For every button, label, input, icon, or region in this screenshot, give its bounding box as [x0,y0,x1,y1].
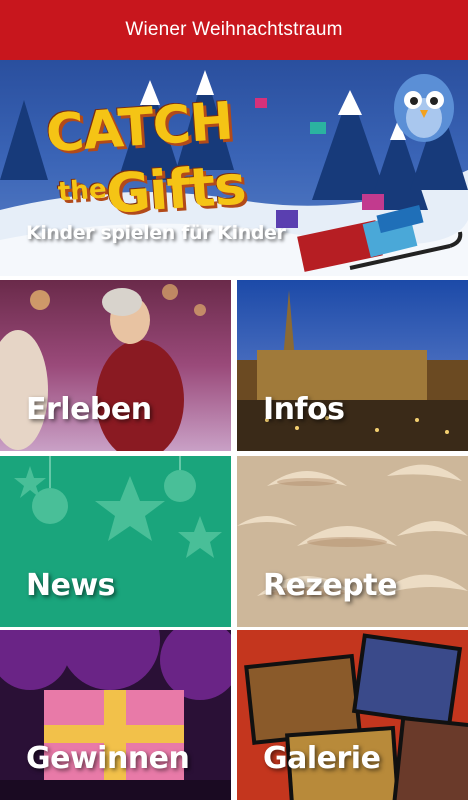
tile-infos[interactable]: Infos [237,280,468,451]
app-title: Wiener Weihnachtstraum [125,19,343,40]
tile-gewinnen[interactable]: Gewinnen [0,630,231,800]
tile-label: Rezepte [263,568,397,603]
app-bar: Wiener Weihnachtstraum [0,0,468,60]
logo-word-catch: CATCH [44,91,235,165]
tile-news[interactable]: News [0,456,231,627]
logo-word-gifts: Gifts [103,153,248,226]
tile-label: Gewinnen [26,741,190,776]
hero-tagline: Kinder spielen für Kinder [26,222,286,244]
tile-label: Erleben [26,392,152,427]
tile-galerie[interactable]: Galerie [237,630,468,800]
logo-word-the: the [57,174,108,208]
tile-label: Galerie [263,741,381,776]
tile-rezepte[interactable]: Rezepte [237,456,468,627]
catch-the-gifts-banner[interactable]: CATCH the Gifts Kinder spielen für Kinde… [0,60,468,276]
tile-erleben[interactable]: Erleben [0,280,231,451]
tile-label: News [26,568,116,603]
tile-label: Infos [263,392,345,427]
